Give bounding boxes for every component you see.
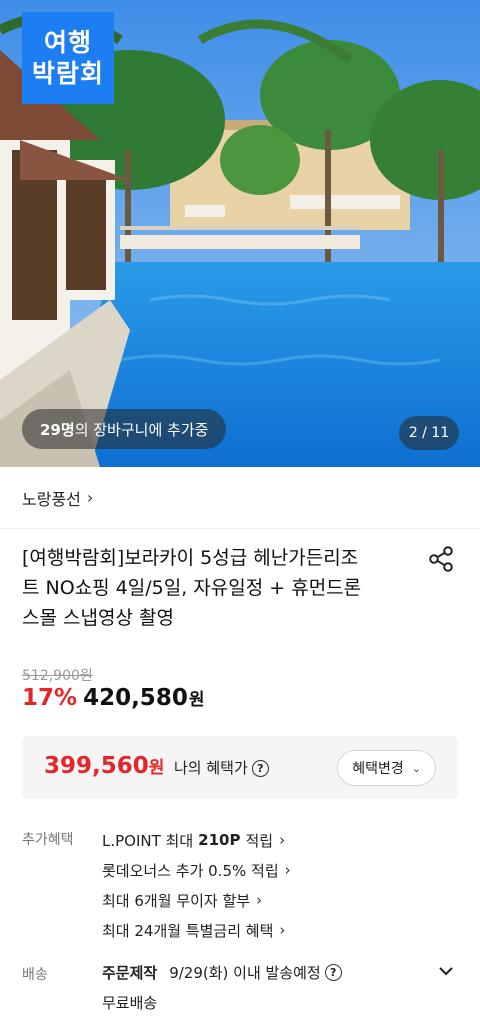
benefit-price-label: 나의 혜택가? — [174, 757, 269, 778]
logo-text-line1: 여행 — [43, 28, 92, 57]
chevron-right-icon: › — [284, 861, 291, 879]
chevron-right-icon: › — [279, 921, 286, 939]
shipping-fee: 무료배송 — [102, 994, 158, 1012]
event-logo-badge: 여행 박람회 — [22, 12, 114, 104]
help-icon[interactable]: ? — [324, 964, 342, 981]
benefit-item-special-rate[interactable]: 최대 24개월 특별금리 혜택 › — [102, 915, 291, 945]
benefit-item-text: 최대 6개월 무이자 할부 — [102, 891, 251, 910]
product-title-line1: [여행박람회]보라카이 5성급 헤난가든리조 — [22, 547, 359, 569]
help-icon[interactable]: ? — [251, 760, 269, 777]
logo-text-line2: 박람회 — [31, 59, 104, 88]
cart-activity-text: 의 장바구니에 추가중 — [74, 420, 209, 439]
benefit-item-points: 210P — [198, 831, 241, 849]
chevron-right-icon: › — [279, 831, 286, 849]
original-price: 512,900원 — [22, 668, 93, 684]
sale-price-row: 17% 420,580 원 — [22, 685, 204, 711]
benefit-item-text: 롯데오너스 추가 0.5% 적립 — [102, 861, 279, 880]
benefit-item-installment[interactable]: 최대 6개월 무이자 할부 › — [102, 885, 291, 915]
extra-benefits-list: L.POINT 최대 210P 적립 › 롯데오너스 추가 0.5% 적립 › … — [102, 825, 291, 945]
benefit-item-lpoint[interactable]: L.POINT 최대 210P 적립 › — [102, 825, 291, 855]
benefit-price-unit: 원 — [148, 758, 165, 778]
store-link[interactable]: 노랑풍선 › — [0, 467, 480, 529]
product-title-line2: 트 NO쇼핑 4일/5일, 자유일정 + 휴먼드론 — [22, 577, 362, 599]
benefit-price: 399,560원 — [44, 753, 164, 779]
share-icon[interactable] — [428, 545, 456, 573]
shipping-method: 주문제작 — [102, 964, 158, 982]
image-page-indicator: 2 / 11 — [399, 416, 459, 450]
chevron-down-icon: ⌄ — [411, 761, 421, 775]
benefit-price-value: 399,560 — [44, 753, 149, 779]
chevron-right-icon: › — [86, 488, 94, 507]
discount-rate: 17% — [22, 685, 78, 711]
sale-price: 420,580 — [83, 685, 188, 711]
sale-price-unit: 원 — [188, 690, 205, 710]
product-title-line3: 스몰 스냅영상 촬영 — [22, 607, 174, 629]
benefit-item-text: L.POINT 최대 — [102, 831, 194, 850]
benefit-item-text: 최대 24개월 특별금리 혜택 — [102, 921, 274, 940]
shipping-info: 주문제작 9/29(화) 이내 발송예정 ? — [102, 962, 342, 983]
product-title: [여행박람회]보라카이 5성급 헤난가든리조 트 NO쇼핑 4일/5일, 자유일… — [22, 543, 412, 633]
change-benefit-label: 혜택변경 — [352, 761, 404, 777]
benefit-item-lotte-honors[interactable]: 롯데오너스 추가 0.5% 적립 › — [102, 855, 291, 885]
shipping-schedule: 9/29(화) 이내 발송예정 — [169, 964, 321, 982]
chevron-right-icon: › — [256, 891, 263, 909]
product-image-carousel[interactable]: 여행 박람회 29명 의 장바구니에 추가중 2 / 11 — [0, 0, 480, 467]
chevron-down-icon[interactable] — [436, 961, 456, 981]
cart-count: 29명 — [40, 420, 75, 439]
benefit-item-suffix: 적립 — [245, 831, 274, 850]
cart-activity-badge: 29명 의 장바구니에 추가중 — [22, 409, 227, 449]
my-benefit-price-box: 399,560원 나의 혜택가? 혜택변경 ⌄ — [22, 736, 458, 799]
change-benefit-button[interactable]: 혜택변경 ⌄ — [337, 750, 436, 786]
store-name: 노랑풍선 — [22, 489, 81, 509]
benefit-label-text: 나의 혜택가 — [174, 759, 248, 777]
extra-benefits-label: 추가혜택 — [22, 832, 74, 848]
shipping-label: 배송 — [22, 967, 48, 983]
